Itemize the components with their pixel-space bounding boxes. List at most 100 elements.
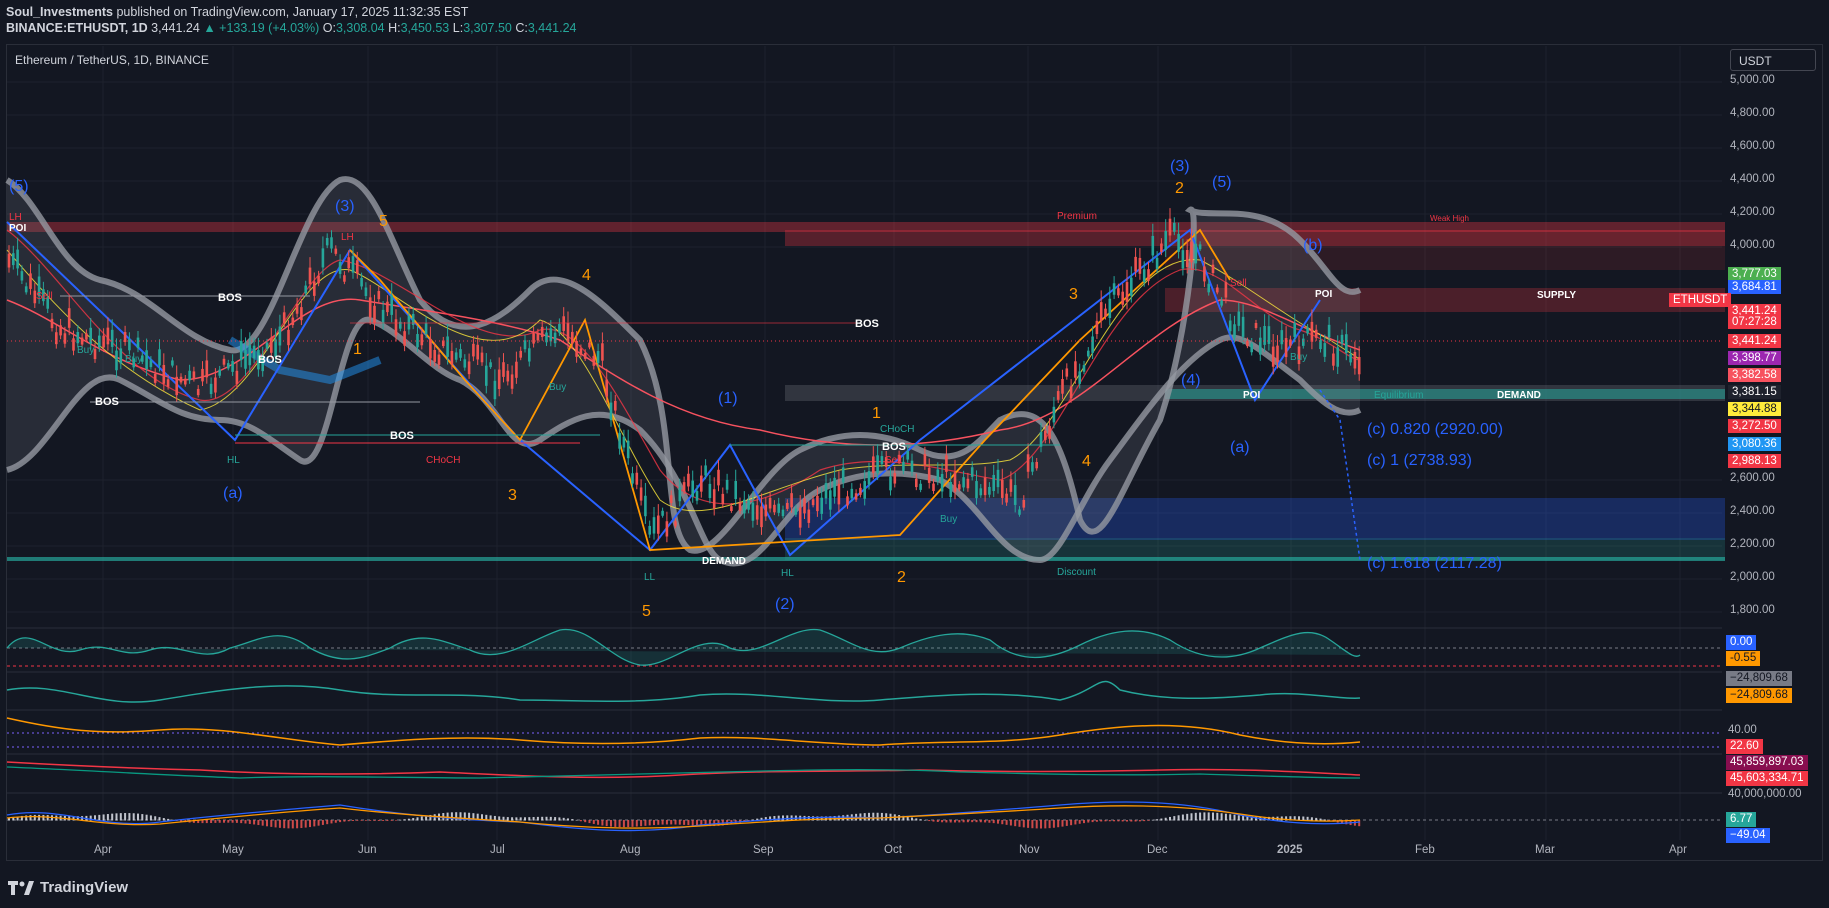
candle-body — [1224, 282, 1228, 298]
macd-bar — [253, 820, 256, 825]
candle-body — [429, 338, 432, 359]
candle-body — [1056, 391, 1060, 400]
macd-bar — [997, 820, 999, 824]
symbol-price-tag: ETHUSDT — [1669, 293, 1732, 307]
candle-body — [734, 481, 737, 500]
chart-canvas[interactable]: BOS BOS BOS BOS BOS BOS POI POI POI CHoC… — [0, 0, 1829, 908]
osc2-value: −24,809.68 — [1726, 671, 1792, 686]
macd-bar — [364, 820, 367, 821]
candle-body — [854, 493, 858, 500]
discount-zone-2 — [785, 538, 1725, 560]
candle-body — [179, 376, 183, 383]
macd-bar — [1035, 820, 1038, 829]
candle-body — [1087, 350, 1090, 357]
macd-bar — [532, 817, 535, 821]
wave-label: (a) — [1230, 439, 1250, 456]
candle-body — [661, 510, 664, 516]
candle-body — [364, 287, 368, 297]
candle-body — [515, 361, 518, 378]
time-axis[interactable]: Apr May Jun Jul Aug Sep Oct Nov Dec 2025… — [7, 844, 1727, 862]
macd-bar — [962, 820, 965, 823]
buy-label: Buy — [125, 354, 142, 365]
candle-body — [674, 521, 677, 527]
candle-body — [1142, 269, 1146, 282]
lh-label: LH — [9, 212, 22, 223]
candle-body — [781, 509, 785, 517]
candle-body — [1048, 426, 1051, 439]
macd-bar — [343, 820, 346, 822]
candle-body — [721, 493, 725, 505]
candle-body — [553, 332, 557, 344]
macd-bar — [554, 817, 557, 821]
macd-bar — [536, 816, 539, 821]
macd-bar — [420, 816, 423, 821]
macd-bar — [941, 820, 944, 823]
lh-label: LH — [341, 232, 354, 243]
candle-body — [988, 486, 991, 495]
candle-body — [1018, 509, 1021, 515]
candle-body — [1130, 277, 1133, 296]
candle-body — [532, 333, 535, 344]
candle-body — [798, 507, 802, 528]
macd-bar — [29, 815, 32, 821]
macd-bar — [450, 812, 453, 821]
candle-body — [265, 342, 269, 349]
candle-body — [609, 402, 613, 421]
candle-body — [63, 333, 67, 344]
macd-bar — [210, 820, 213, 824]
candle-body — [1168, 218, 1172, 236]
candle-body — [128, 339, 131, 351]
candle-body — [1013, 485, 1017, 505]
candle-body — [1314, 329, 1318, 338]
osc4-level: 40,000,000.00 — [1728, 788, 1802, 800]
candle-body — [1263, 325, 1266, 345]
macd-bar — [1057, 820, 1060, 828]
macd-bar — [1001, 820, 1004, 825]
macd-bar — [1216, 812, 1219, 821]
macd-bar — [1199, 812, 1202, 821]
macd-bar — [571, 819, 574, 821]
macd-bar — [562, 817, 565, 821]
candle-body — [566, 323, 570, 342]
candle-body — [975, 481, 978, 499]
macd-bar — [1151, 819, 1154, 821]
macd-bar — [141, 814, 144, 821]
price-tick: 2,200.00 — [1730, 538, 1775, 550]
macd-bar — [416, 817, 419, 821]
wave-label: 4 — [582, 267, 591, 284]
macd-bar — [786, 815, 789, 821]
macd-bar — [1164, 817, 1167, 821]
macd-bar — [1207, 812, 1210, 821]
candle-body — [463, 359, 467, 368]
candle-body — [790, 493, 793, 508]
macd-bar — [158, 817, 161, 821]
candle-body — [67, 308, 71, 328]
candle-body — [162, 365, 166, 384]
candle-body — [123, 332, 127, 343]
candle-body — [846, 496, 849, 506]
macd-bar — [115, 813, 118, 821]
candle-body — [343, 275, 346, 282]
macd-bar — [106, 814, 109, 821]
macd-bar — [1048, 820, 1051, 829]
candle-body — [1345, 334, 1348, 354]
candle-body — [872, 456, 875, 473]
candle-body — [867, 471, 871, 485]
candle-body — [1031, 462, 1034, 472]
macd-bar — [635, 820, 638, 827]
macd-bar — [119, 813, 122, 821]
macd-bar — [1095, 820, 1098, 822]
currency-button[interactable]: USDT — [1730, 49, 1816, 71]
footer — [0, 870, 1829, 908]
candle-body — [201, 368, 204, 382]
candle-body — [519, 350, 522, 358]
macd-bar — [670, 820, 673, 825]
candle-body — [910, 460, 914, 472]
candle-body — [1104, 308, 1107, 317]
macd-bar — [317, 820, 320, 826]
candle-body — [110, 329, 114, 347]
macd-bar — [369, 820, 372, 821]
macd-bar — [313, 820, 316, 827]
macd-bar — [1190, 813, 1193, 821]
brand[interactable]: TradingView — [8, 879, 128, 896]
